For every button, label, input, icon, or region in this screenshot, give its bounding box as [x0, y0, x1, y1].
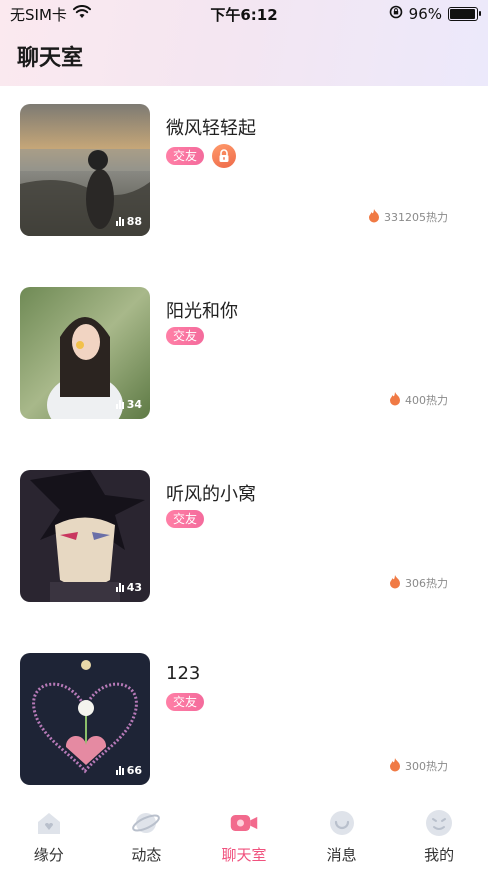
room-card[interactable]: 88 微风轻轻起 交友 331205热力 [0, 104, 488, 236]
planet-icon [131, 808, 161, 838]
room-cover-image: 34 [20, 287, 150, 419]
tab-label: 消息 [326, 846, 357, 864]
tab-yuanfen[interactable]: 缘分 [0, 800, 98, 874]
room-name: 123 [166, 663, 201, 684]
tab-chatroom[interactable]: 聊天室 [195, 800, 293, 874]
online-count: 43 [115, 581, 142, 594]
tab-label: 我的 [424, 846, 455, 864]
profile-icon [424, 808, 454, 838]
signal-icon [115, 217, 124, 226]
heat-value: 400热力 [388, 391, 448, 409]
carrier-label: 无SIM卡 [10, 5, 67, 24]
home-icon [34, 808, 64, 838]
page-title: 聊天室 [17, 46, 84, 71]
room-tag: 交友 [166, 510, 205, 528]
tab-label: 聊天室 [221, 846, 267, 864]
tab-label: 动态 [131, 846, 162, 864]
tab-dongtai[interactable]: 动态 [98, 800, 196, 874]
room-card[interactable]: 34 阳光和你 交友 400热力 [0, 287, 488, 419]
fire-icon [367, 208, 381, 226]
room-cover-image: 88 [20, 104, 150, 236]
message-icon [327, 808, 357, 838]
room-name: 微风轻轻起 [166, 118, 256, 139]
lock-icon [212, 144, 237, 168]
room-card[interactable]: 43 听风的小窝 交友 306热力 [0, 470, 488, 602]
online-count: 66 [115, 764, 142, 777]
signal-icon [115, 400, 124, 409]
fire-icon [388, 391, 402, 409]
room-cover-image: 43 [20, 470, 150, 602]
bottom-tab-bar: 缘分 动态 聊天室 消息 我的 [0, 800, 488, 874]
room-tag: 交友 [166, 147, 205, 165]
heat-value: 306热力 [388, 574, 448, 592]
battery-icon [448, 7, 481, 21]
heat-value: 331205热力 [367, 208, 448, 226]
tab-messages[interactable]: 消息 [293, 800, 391, 874]
room-cover-image: 66 [20, 653, 150, 785]
fire-icon [388, 757, 402, 775]
fire-icon [388, 574, 402, 592]
room-name: 阳光和你 [166, 301, 238, 322]
signal-icon [115, 583, 124, 592]
battery-percent: 96% [408, 5, 442, 23]
tab-profile[interactable]: 我的 [390, 800, 488, 874]
wifi-icon [72, 5, 91, 23]
room-card[interactable]: 66 123 交友 300热力 [0, 653, 488, 785]
room-tag: 交友 [166, 693, 205, 711]
online-count: 34 [115, 398, 142, 411]
room-name: 听风的小窝 [166, 484, 256, 505]
video-icon [229, 808, 259, 838]
room-tag: 交友 [166, 327, 205, 345]
heat-value: 300热力 [388, 757, 448, 775]
status-bar: 无SIM卡 下午6:12 96% [0, 0, 488, 28]
rotation-lock-icon [389, 5, 403, 23]
online-count: 88 [115, 215, 142, 228]
tab-label: 缘分 [33, 846, 64, 864]
signal-icon [115, 766, 124, 775]
